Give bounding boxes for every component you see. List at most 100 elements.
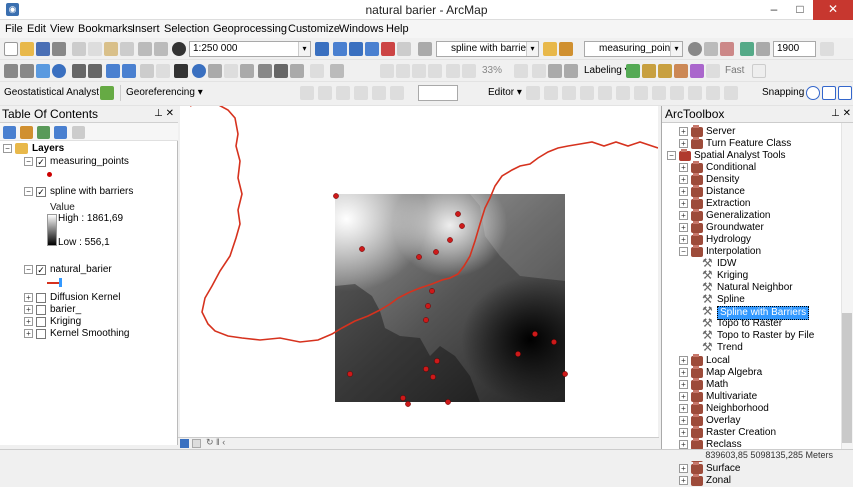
expand-icon[interactable]: + — [679, 175, 688, 184]
swipe-icon[interactable] — [720, 42, 734, 56]
union-icon[interactable] — [724, 86, 738, 100]
chevron-down-icon[interactable]: ▾ — [670, 42, 682, 56]
expand-icon[interactable]: + — [679, 223, 688, 232]
editor-menu[interactable]: Editor ▾ — [488, 87, 522, 98]
layer-measuring-points[interactable]: measuring_points — [50, 156, 129, 168]
geostatistical-analyst-menu[interactable]: Geostatistical Analyst ▾ — [4, 87, 107, 98]
expand-icon[interactable]: + — [679, 476, 688, 485]
edit-tool-icon[interactable] — [526, 86, 540, 100]
editor-target-field[interactable] — [418, 85, 458, 101]
expand-diffusion-icon[interactable]: + — [24, 293, 33, 302]
label-manager-icon[interactable] — [626, 64, 640, 78]
expand-icon[interactable]: + — [679, 199, 688, 208]
toolset-turn-feature-class[interactable]: Turn Feature Class — [706, 138, 791, 150]
create-features-icon[interactable] — [634, 86, 648, 100]
view-unplaced-labels-icon[interactable] — [706, 64, 720, 78]
expand-icon[interactable]: + — [679, 392, 688, 401]
fixed-zoom-in-icon[interactable] — [72, 64, 86, 78]
list-by-visibility-icon[interactable] — [37, 126, 50, 139]
menu-geoprocessing[interactable]: Geoprocessing — [213, 23, 287, 35]
georeferencing-menu[interactable]: Georeferencing ▾ — [126, 87, 203, 98]
barier-checkbox[interactable] — [36, 305, 46, 315]
toc-window-icon[interactable] — [333, 42, 347, 56]
expand-icon[interactable]: + — [679, 163, 688, 172]
layout-options-icon[interactable] — [564, 64, 578, 78]
edit-annotation-icon[interactable] — [544, 86, 558, 100]
straight-segment-icon[interactable] — [562, 86, 576, 100]
menu-insert[interactable]: Insert — [132, 23, 160, 35]
target-layer-combo[interactable]: measuring_points ▾ — [584, 41, 683, 57]
pin-close-icon[interactable]: ⊥ ✕ — [154, 106, 174, 122]
toolset-multivariate[interactable]: Multivariate — [706, 391, 757, 403]
data-driven-pages-icon[interactable] — [548, 64, 562, 78]
raster-resolution-icon[interactable] — [756, 42, 770, 56]
layer-kernel-smoothing[interactable]: Kernel Smoothing — [50, 328, 130, 340]
save-icon[interactable] — [36, 42, 50, 56]
list-by-drawing-order-icon[interactable] — [3, 126, 16, 139]
measuring-point[interactable] — [400, 395, 406, 401]
draw-mode-fast[interactable]: Fast — [725, 65, 744, 76]
measuring-point[interactable] — [333, 193, 339, 199]
toolset-zonal[interactable]: Zonal — [706, 475, 731, 487]
delete-icon[interactable] — [120, 42, 134, 56]
measuring-point[interactable] — [405, 401, 411, 407]
expand-icon[interactable]: + — [679, 211, 688, 220]
histogram-icon[interactable] — [543, 42, 557, 56]
collapse-icon[interactable]: − — [679, 247, 688, 256]
tool-trend[interactable]: Trend — [717, 342, 743, 354]
expand-icon[interactable]: + — [679, 139, 688, 148]
toolset-hydrology[interactable]: Hydrology — [706, 234, 751, 246]
clear-selection-icon[interactable] — [156, 64, 170, 78]
sketch-tool-icon[interactable] — [300, 86, 314, 100]
map-view[interactable] — [180, 100, 659, 445]
new-document-icon[interactable] — [4, 42, 18, 56]
expand-icon[interactable]: + — [679, 187, 688, 196]
open-folder-icon[interactable] — [20, 42, 34, 56]
edit-vertices-icon[interactable] — [318, 86, 332, 100]
toolset-groundwater[interactable]: Groundwater — [706, 222, 764, 234]
measuring-point[interactable] — [429, 288, 435, 294]
forward-extent-icon[interactable] — [122, 64, 136, 78]
measuring-point[interactable] — [551, 339, 557, 345]
expand-barier-icon[interactable]: + — [24, 305, 33, 314]
toolbox-spatial-analyst[interactable]: Spatial Analyst Tools — [694, 150, 786, 162]
end-snapping-icon[interactable] — [822, 86, 836, 100]
undo-icon[interactable] — [138, 42, 152, 56]
search-window-icon[interactable] — [365, 42, 379, 56]
refresh-icon[interactable]: ↻ ǁ ‹ — [206, 437, 225, 448]
menu-help[interactable]: Help — [386, 23, 409, 35]
pin-close-icon[interactable]: ⊥ ✕ — [831, 106, 851, 122]
editor-toolbar-icon[interactable] — [315, 42, 329, 56]
menu-file[interactable]: File — [5, 23, 23, 35]
rotate-icon[interactable] — [372, 86, 386, 100]
measuring-point[interactable] — [447, 237, 453, 243]
measuring-point[interactable] — [562, 371, 568, 377]
measure-icon[interactable] — [240, 64, 254, 78]
fixed-zoom-out-icon[interactable] — [88, 64, 102, 78]
toolset-generalization[interactable]: Generalization — [706, 210, 770, 222]
measuring-point[interactable] — [515, 351, 521, 357]
list-by-selection-icon[interactable] — [54, 126, 67, 139]
label-priority-icon[interactable] — [642, 64, 656, 78]
chevron-down-icon[interactable]: ▾ — [526, 42, 538, 56]
expand-icon[interactable]: + — [679, 380, 688, 389]
html-popup-icon[interactable] — [224, 64, 238, 78]
kriging-checkbox[interactable] — [36, 317, 46, 327]
toolbox-scrollbar[interactable] — [841, 123, 853, 449]
tool-topo-to-raster-by-file[interactable]: Topo to Raster by File — [717, 330, 814, 342]
lock-labels-icon[interactable] — [674, 64, 688, 78]
collapse-icon[interactable]: − — [667, 151, 676, 160]
spinner-icon[interactable] — [820, 42, 834, 56]
menu-view[interactable]: View — [50, 23, 74, 35]
split-icon[interactable] — [598, 86, 612, 100]
tool-topo-to-raster[interactable]: Topo to Raster — [717, 318, 782, 330]
layout-icon[interactable] — [380, 64, 394, 78]
add-data-icon[interactable] — [172, 42, 186, 56]
snapping-menu[interactable]: Snapping ▾ — [762, 87, 812, 98]
toolset-extraction[interactable]: Extraction — [706, 198, 750, 210]
measuring-points-checkbox[interactable]: ✓ — [36, 157, 46, 167]
close-button[interactable]: ✕ — [813, 0, 853, 20]
collapse-spline-icon[interactable]: − — [24, 187, 33, 196]
toolset-neighborhood[interactable]: Neighborhood — [706, 403, 769, 415]
layer-kriging[interactable]: Kriging — [50, 316, 81, 328]
